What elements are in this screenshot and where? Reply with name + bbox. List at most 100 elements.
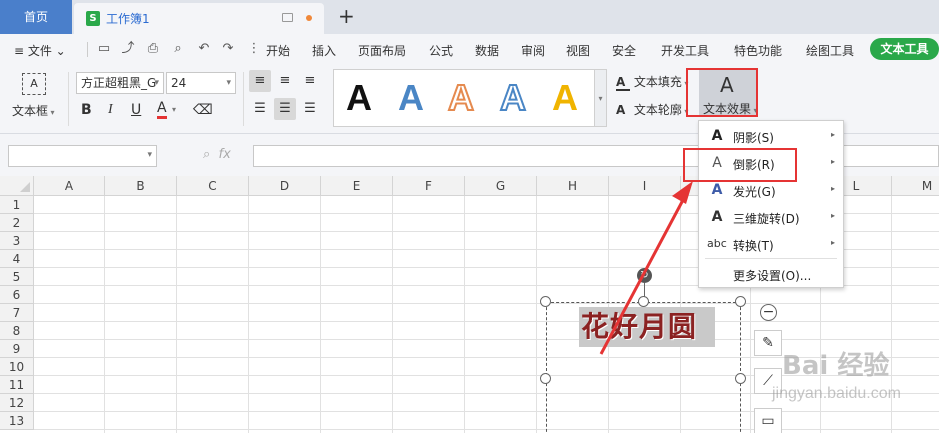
wordart-style-black[interactable]: A	[346, 78, 372, 118]
column-header[interactable]: D	[249, 176, 321, 196]
column-header[interactable]: B	[105, 176, 177, 196]
font-color-button[interactable]: A	[157, 100, 167, 119]
menu-insert[interactable]: 插入	[312, 42, 336, 59]
rotate-handle-icon[interactable]: ↻	[637, 268, 652, 283]
align-top-icon[interactable]: ≡	[249, 70, 271, 92]
name-box[interactable]: ▾	[8, 145, 157, 167]
menu-view[interactable]: 视图	[566, 42, 590, 59]
resize-handle[interactable]	[638, 296, 649, 307]
menu-features[interactable]: 特色功能	[734, 42, 782, 59]
menu-item-3d-rotation[interactable]: A 三维旋转(D) ▸	[699, 204, 843, 230]
row-header[interactable]: 13	[0, 412, 34, 430]
menu-text-tools[interactable]: 文本工具	[870, 38, 939, 60]
text-fill-button[interactable]: A 文本填充 ▾	[616, 73, 688, 91]
wordart-style-gold[interactable]: A	[552, 78, 578, 118]
text-outline-button[interactable]: A 文本轮廓 ▾	[616, 101, 688, 118]
text-fill-label: 文本填充	[633, 75, 682, 89]
tab-workbook[interactable]: S 工作簿1	[74, 3, 324, 34]
menu-review[interactable]: 审阅	[521, 42, 545, 59]
resize-handle[interactable]	[735, 296, 746, 307]
row-header[interactable]: 5	[0, 268, 34, 286]
eraser-icon[interactable]: ⌫	[193, 100, 213, 120]
row-header[interactable]: 2	[0, 214, 34, 232]
resize-handle[interactable]	[735, 373, 746, 384]
menu-item-shadow[interactable]: A 阴影(S) ▸	[699, 123, 843, 149]
column-header[interactable]: E	[321, 176, 393, 196]
font-size-select[interactable]: 24 ▾	[166, 72, 236, 94]
menu-item-more-settings[interactable]: 更多设置(O)...	[699, 261, 843, 287]
chevron-right-icon: ▸	[830, 184, 835, 193]
row-header[interactable]: 4	[0, 250, 34, 268]
monitor-icon[interactable]	[282, 13, 293, 22]
resize-handle[interactable]	[540, 296, 551, 307]
row-header[interactable]: 1	[0, 196, 34, 214]
chevron-down-icon: ▾	[147, 150, 152, 160]
chevron-down-icon[interactable]: ▾	[172, 100, 176, 120]
tab-home[interactable]: 首页	[0, 0, 72, 34]
menu-formula[interactable]: 公式	[429, 42, 453, 59]
underline-button[interactable]: U	[131, 100, 141, 120]
menu-data[interactable]: 数据	[475, 42, 499, 59]
wordart-style-blue[interactable]: A	[398, 78, 424, 118]
column-header[interactable]: C	[177, 176, 249, 196]
toolbar-divider	[68, 72, 69, 126]
redo-icon[interactable]: ↷	[220, 41, 236, 57]
save-icon[interactable]: ▭	[96, 41, 112, 57]
row-header[interactable]: 3	[0, 232, 34, 250]
align-middle-icon[interactable]: ≡	[274, 70, 296, 92]
chevron-right-icon: ▸	[830, 211, 835, 220]
menu-home[interactable]: 开始	[266, 42, 290, 59]
column-header[interactable]: M	[892, 176, 939, 196]
undo-icon[interactable]: ↶	[196, 41, 212, 57]
file-menu[interactable]: ≡ 文件 ⌄	[14, 42, 66, 59]
row-header[interactable]: 11	[0, 376, 34, 394]
select-all-corner[interactable]	[0, 176, 34, 196]
column-header[interactable]: H	[537, 176, 609, 196]
font-name-select[interactable]: 方正超粗黑_G ▾	[76, 72, 164, 94]
text-outline-label: 文本轮廓	[633, 103, 682, 117]
column-header[interactable]: G	[465, 176, 537, 196]
print-preview-icon[interactable]: ⌕	[170, 41, 186, 57]
textbox-icon[interactable]: A	[22, 73, 46, 95]
column-header[interactable]: F	[393, 176, 465, 196]
watermark: Bai 经验 jingyan.baidu.com	[760, 345, 901, 415]
menu-developer[interactable]: 开发工具	[661, 42, 709, 59]
wordart-style-orange-outline[interactable]: A	[447, 77, 475, 119]
row-header[interactable]: 6	[0, 286, 34, 304]
tab-workbook-label: 工作簿1	[106, 12, 150, 26]
new-tab-button[interactable]: +	[338, 3, 355, 29]
3d-rotation-icon: A	[711, 209, 723, 225]
grid-line	[34, 339, 939, 340]
row-header[interactable]: 8	[0, 322, 34, 340]
menu-item-transform[interactable]: abc 转换(T) ▸	[699, 231, 843, 257]
menu-page-layout[interactable]: 页面布局	[358, 42, 406, 59]
grid-line	[34, 303, 939, 304]
menu-divider	[705, 258, 837, 259]
row-header[interactable]: 9	[0, 340, 34, 358]
wordart-style-blue-outline[interactable]: A	[499, 77, 527, 119]
wordart-text[interactable]: 花好月圆	[579, 307, 715, 347]
align-bottom-icon[interactable]: ≡	[299, 70, 321, 92]
collapse-icon[interactable]: −	[760, 304, 777, 321]
menu-drawing-tools[interactable]: 绘图工具	[806, 42, 854, 59]
textbox-button-label[interactable]: 文本框 ▾	[12, 102, 55, 119]
row-header[interactable]: 10	[0, 358, 34, 376]
menu-security[interactable]: 安全	[612, 42, 636, 59]
row-header[interactable]: 12	[0, 394, 34, 412]
gallery-scroll-button[interactable]: ▾	[595, 69, 607, 127]
more-icon[interactable]: ⋮	[246, 41, 262, 57]
align-center-icon[interactable]: ☰	[274, 98, 296, 120]
zoom-icon[interactable]: ⌕	[203, 147, 210, 162]
row-header[interactable]: 7	[0, 304, 34, 322]
column-header[interactable]: I	[609, 176, 681, 196]
fx-icon[interactable]: fx	[219, 147, 231, 162]
print-icon[interactable]: ⎙	[145, 41, 161, 57]
align-left-icon[interactable]: ☰	[249, 98, 271, 120]
export-icon[interactable]: ⤴	[120, 41, 136, 57]
resize-handle[interactable]	[540, 373, 551, 384]
rotate-stem	[644, 283, 645, 297]
bold-button[interactable]: B	[81, 100, 92, 120]
italic-button[interactable]: I	[108, 100, 113, 120]
align-right-icon[interactable]: ☰	[299, 98, 321, 120]
column-header[interactable]: A	[34, 176, 105, 196]
